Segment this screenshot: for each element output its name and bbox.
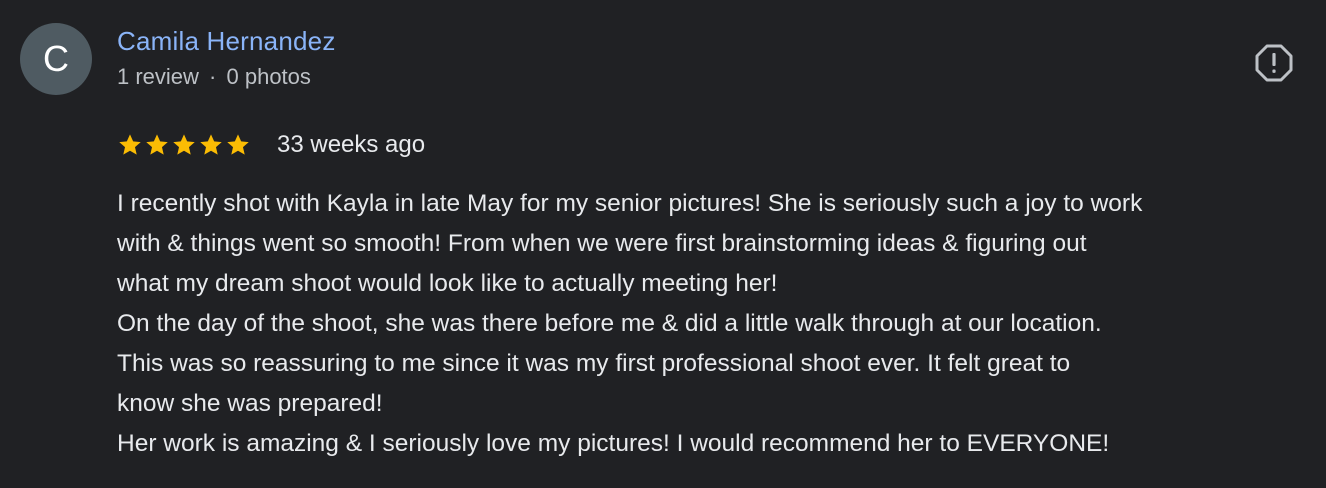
meta-separator: ·: [209, 64, 217, 89]
review-line: with & things went so smooth! From when …: [117, 230, 1087, 257]
review-line: know she was prepared!: [117, 390, 383, 417]
review-line: This was so reassuring to me since it wa…: [117, 350, 1071, 377]
rating-row: 33 weeks ago: [117, 127, 425, 163]
review-line: On the day of the shoot, she was there b…: [117, 310, 1102, 337]
star-rating: [117, 132, 252, 158]
avatar[interactable]: C: [20, 23, 92, 95]
star-icon: [227, 134, 249, 155]
review-line: I recently shot with Kayla in late May f…: [117, 190, 1143, 217]
photo-count: 0 photos: [226, 64, 311, 89]
review-date: 33 weeks ago: [277, 131, 426, 158]
reviewer-name[interactable]: Camila Hernandez: [117, 26, 336, 57]
avatar-initial: C: [43, 38, 69, 79]
star-icon: [200, 134, 222, 155]
reviewer-meta: 1 review · 0 photos: [117, 64, 311, 90]
star-icon: [146, 134, 168, 155]
review-count: 1 review: [117, 64, 199, 89]
report-flag-icon[interactable]: [1254, 43, 1294, 83]
star-icon: [173, 134, 195, 155]
review-line: what my dream shoot would look like to a…: [117, 270, 778, 297]
review-text: I recently shot with Kayla in late May f…: [117, 184, 1326, 464]
review-line: Her work is amazing & I seriously love m…: [117, 430, 1110, 457]
star-icon: [119, 134, 141, 155]
